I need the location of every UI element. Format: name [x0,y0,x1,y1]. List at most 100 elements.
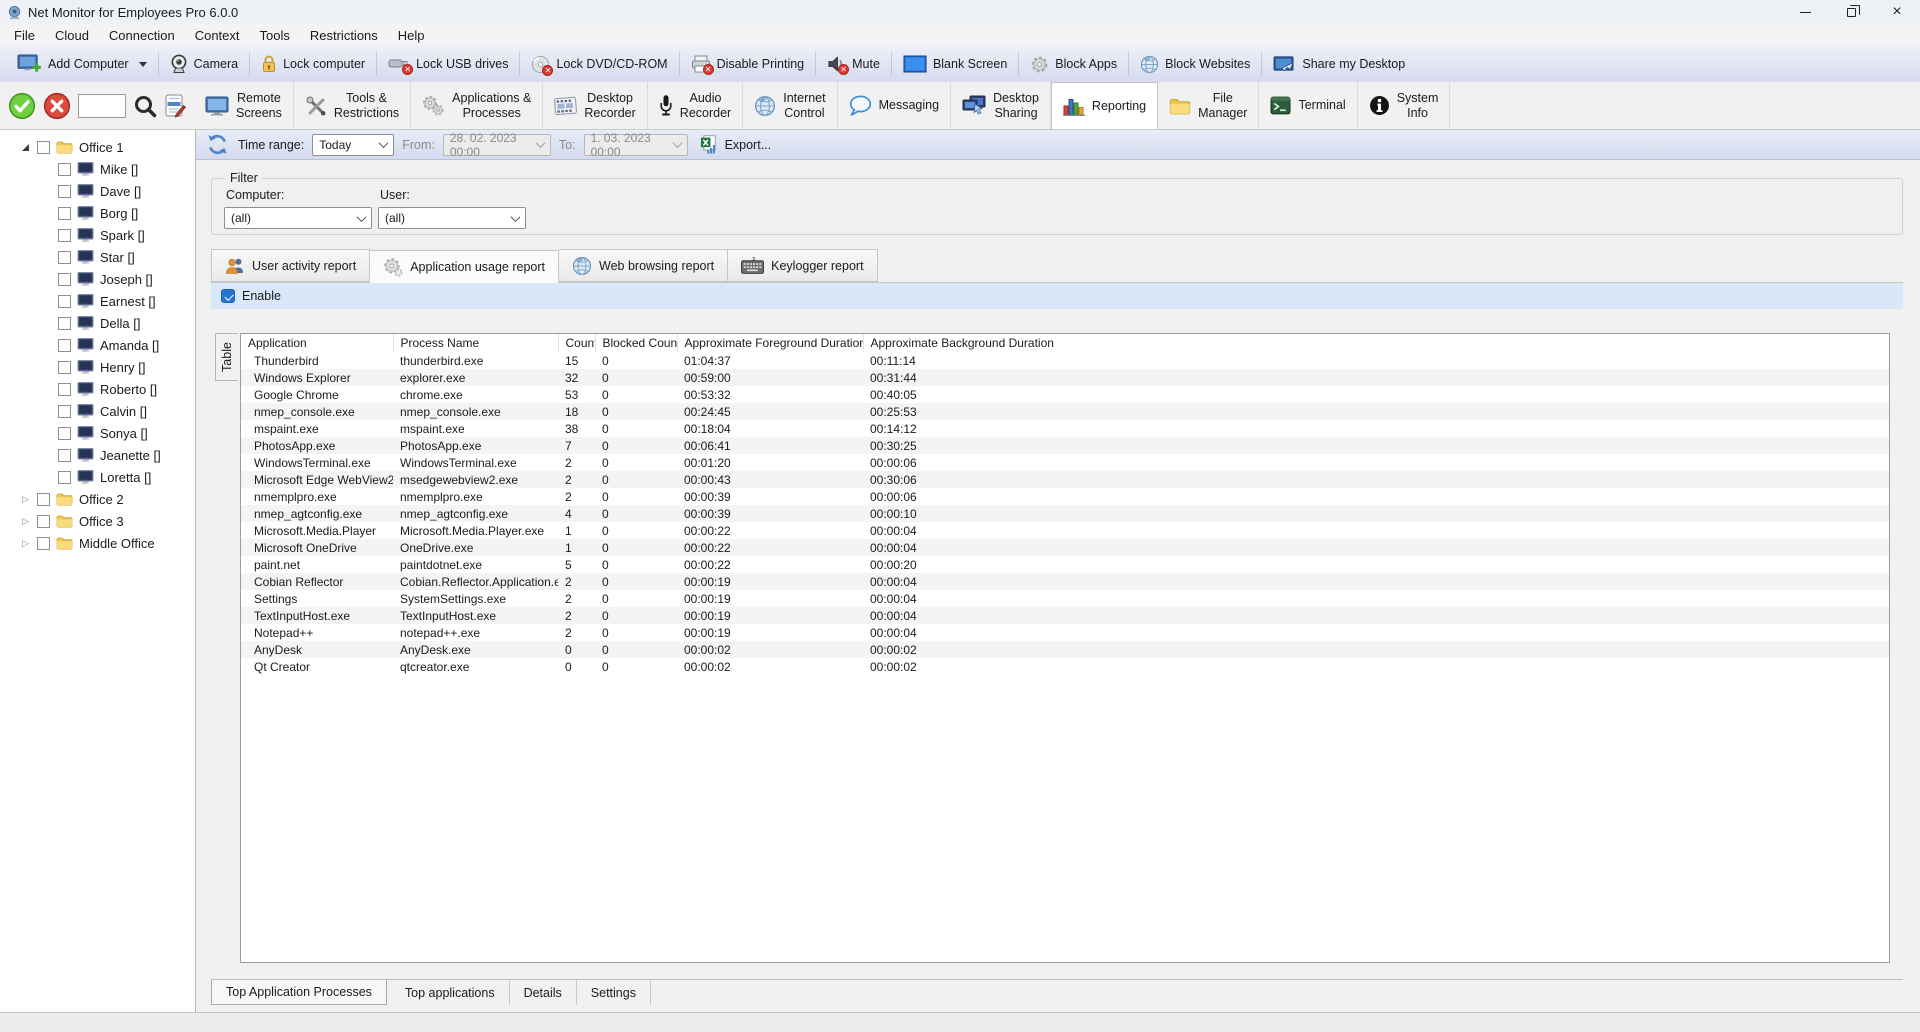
column-header[interactable]: Count [558,334,595,352]
disconnect-icon[interactable] [43,92,71,120]
tab-settings[interactable]: Settings [577,980,651,1005]
computer-filter-select[interactable]: (all) [224,207,372,229]
tree-group-office-1[interactable]: Office 1 [0,136,195,158]
expander-open-icon[interactable] [20,144,31,151]
search-icon[interactable] [133,94,157,118]
table-row[interactable]: Microsoft.Media.Player Microsoft.Media.P… [241,522,1889,539]
table-row[interactable]: paint.net paintdotnet.exe 5 0 00:00:22 0… [241,556,1889,573]
tab-top-application-processes[interactable]: Top Application Processes [211,980,387,1005]
tab-applications-processes[interactable]: Applications & Processes [411,82,543,129]
tab-internet-control[interactable]: Internet Control [743,82,837,129]
enable-checkbox[interactable] [221,289,235,303]
tab-tools-restrictions[interactable]: Tools & Restrictions [294,82,411,129]
tree-computer-item[interactable]: Dave [] [0,180,195,202]
tab-remote-screens[interactable]: Remote Screens [194,82,294,129]
checkbox[interactable] [37,141,50,154]
refresh-icon[interactable] [205,133,230,156]
checkbox[interactable] [58,207,71,220]
tree-computer-item[interactable]: Sonya [] [0,422,195,444]
tree-computer-item[interactable]: Loretta [] [0,466,195,488]
lock-computer-button[interactable]: Lock computer [250,49,376,79]
connect-ok-icon[interactable] [8,92,36,120]
tree-computer-item[interactable]: Earnest [] [0,290,195,312]
column-header[interactable]: Process Name [393,334,558,352]
lock-usb-button[interactable]: ✕ Lock USB drives [377,49,519,79]
tab-file-manager[interactable]: File Manager [1158,82,1259,129]
table-row[interactable]: Windows Explorer explorer.exe 32 0 00:59… [241,369,1889,386]
tab-system-info[interactable]: System Info [1358,82,1451,129]
tab-messaging[interactable]: Messaging [838,82,951,129]
table-row[interactable]: nmep_agtconfig.exe nmep_agtconfig.exe 4 … [241,505,1889,522]
checkbox[interactable] [58,405,71,418]
tree-computer-item[interactable]: Joseph [] [0,268,195,290]
table-row[interactable]: Thunderbird thunderbird.exe 15 0 01:04:3… [241,352,1889,369]
user-filter-select[interactable]: (all) [378,207,526,229]
tab-details[interactable]: Details [510,980,577,1005]
tree-computer-item[interactable]: Calvin [] [0,400,195,422]
tab-user-activity-report[interactable]: User activity report [211,249,370,282]
table-row[interactable]: WindowsTerminal.exe WindowsTerminal.exe … [241,454,1889,471]
table-row[interactable]: Qt Creator qtcreator.exe 0 0 00:00:02 00… [241,658,1889,675]
column-header[interactable]: Blocked Count [595,334,677,352]
checkbox[interactable] [58,449,71,462]
tab-keylogger-report[interactable]: Keylogger report [728,249,877,282]
edit-list-icon[interactable] [164,93,186,118]
table-row[interactable]: Cobian Reflector Cobian.Reflector.Applic… [241,573,1889,590]
expander-closed-icon[interactable]: ▷ [20,516,31,527]
menu-item[interactable]: Connection [99,24,185,46]
checkbox[interactable] [58,251,71,264]
table-side-tab[interactable]: Table [215,333,238,381]
table-row[interactable]: Notepad++ notepad++.exe 2 0 00:00:19 00:… [241,624,1889,641]
table-row[interactable]: PhotosApp.exe PhotosApp.exe 7 0 00:06:41… [241,437,1889,454]
tab-top-applications[interactable]: Top applications [391,980,510,1005]
table-row[interactable]: AnyDesk AnyDesk.exe 0 0 00:00:02 00:00:0… [241,641,1889,658]
checkbox[interactable] [58,339,71,352]
tree-computer-item[interactable]: Spark [] [0,224,195,246]
table-row[interactable]: Google Chrome chrome.exe 53 0 00:53:32 0… [241,386,1889,403]
menu-item[interactable]: Help [388,24,435,46]
mute-button[interactable]: ✕ Mute [816,49,891,79]
checkbox[interactable] [58,427,71,440]
lock-dvd-button[interactable]: ✕ Lock DVD/CD-ROM [520,49,678,79]
table-row[interactable]: Microsoft OneDrive OneDrive.exe 1 0 00:0… [241,539,1889,556]
checkbox[interactable] [58,185,71,198]
tree-computer-item[interactable]: Della [] [0,312,195,334]
table-row[interactable]: mspaint.exe mspaint.exe 38 0 00:18:04 00… [241,420,1889,437]
time-range-select[interactable]: Today [312,134,394,156]
tree-computer-item[interactable]: Amanda [] [0,334,195,356]
table-row[interactable]: nmep_console.exe nmep_console.exe 18 0 0… [241,403,1889,420]
menu-item[interactable]: File [4,24,45,46]
checkbox[interactable] [58,295,71,308]
checkbox[interactable] [37,493,50,506]
column-header[interactable]: Approximate Background Duration [863,334,1889,352]
tree-computer-item[interactable]: Jeanette [] [0,444,195,466]
menu-item[interactable]: Context [185,24,250,46]
minimize-button[interactable] [1782,0,1828,24]
search-input[interactable] [78,94,126,118]
checkbox[interactable] [58,361,71,374]
table-row[interactable]: nmemplpro.exe nmemplpro.exe 2 0 00:00:39… [241,488,1889,505]
table-row[interactable]: Microsoft Edge WebView2 msedgewebview2.e… [241,471,1889,488]
export-button[interactable]: Export... [696,133,776,156]
tree-group-office-3[interactable]: ▷ Office 3 [0,510,195,532]
checkbox[interactable] [37,537,50,550]
tree-group-office-2[interactable]: ▷ Office 2 [0,488,195,510]
expander-closed-icon[interactable]: ▷ [20,538,31,549]
block-websites-button[interactable]: Block Websites [1129,49,1261,79]
tree-computer-item[interactable]: Henry [] [0,356,195,378]
tab-web-browsing-report[interactable]: Web browsing report [559,249,728,282]
checkbox[interactable] [58,317,71,330]
checkbox[interactable] [58,471,71,484]
column-header[interactable]: Approximate Foreground Duration [677,334,863,352]
table-row[interactable]: Settings SystemSettings.exe 2 0 00:00:19… [241,590,1889,607]
column-header[interactable]: Application [241,334,393,352]
disable-printing-button[interactable]: ✕ Disable Printing [680,49,816,79]
tab-reporting[interactable]: Reporting [1051,82,1158,129]
checkbox[interactable] [58,273,71,286]
menu-item[interactable]: Tools [250,24,300,46]
checkbox[interactable] [58,229,71,242]
checkbox[interactable] [37,515,50,528]
camera-button[interactable]: Camera [159,49,249,79]
menu-item[interactable]: Cloud [45,24,99,46]
tree-computer-item[interactable]: Star [] [0,246,195,268]
